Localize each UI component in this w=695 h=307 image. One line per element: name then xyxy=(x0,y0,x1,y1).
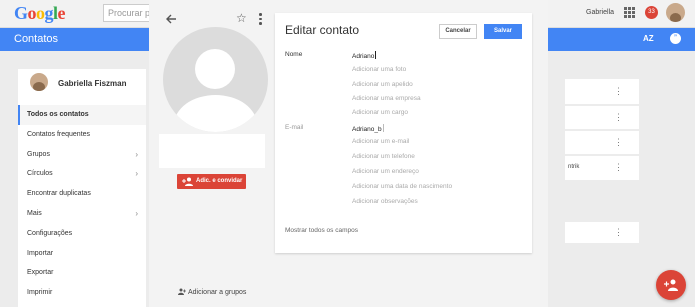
sidebar-item-label: Imprimir xyxy=(27,289,53,297)
save-button[interactable]: Salvar xyxy=(484,24,522,39)
notifications-badge[interactable]: 33 xyxy=(645,6,658,19)
back-arrow-icon[interactable] xyxy=(165,13,177,25)
photo-head xyxy=(195,49,235,89)
star-icon[interactable]: ☆ xyxy=(236,12,247,24)
text-cursor xyxy=(375,51,377,59)
sidebar-item-label: Contatos frequentes xyxy=(27,130,91,138)
sidebar-item[interactable]: Encontrar duplicatas xyxy=(18,184,146,204)
add-phone-link[interactable]: Adicionar um telefone xyxy=(352,153,415,160)
more-vert-icon[interactable] xyxy=(258,13,262,25)
more-vert-icon[interactable]: ⋮ xyxy=(614,138,623,147)
add-notes-link[interactable]: Adicionar observações xyxy=(352,198,418,205)
sidebar: Gabriella Fiszman Todos os contatos Conta… xyxy=(18,69,146,307)
add-to-groups-link[interactable]: Adicionar a grupos xyxy=(178,288,246,296)
contact-photo-placeholder[interactable] xyxy=(163,27,268,132)
sidebar-item[interactable]: Imprimir xyxy=(18,283,146,303)
more-vert-icon[interactable]: ⋮ xyxy=(614,163,623,172)
chevron-right-icon: › xyxy=(135,149,138,159)
google-logo[interactable]: Google xyxy=(14,3,66,24)
sidebar-item-label: Círculos xyxy=(27,170,53,178)
sidebar-item[interactable]: Mais › xyxy=(18,204,146,224)
sidebar-item-label: Exportar xyxy=(27,269,54,277)
account-name[interactable]: Gabriella xyxy=(586,9,614,16)
chevron-right-icon: › xyxy=(135,169,138,179)
edit-contact-title: Editar contato xyxy=(285,23,360,37)
edit-contact-panel xyxy=(275,13,532,253)
sidebar-item-label: Configurações xyxy=(27,229,73,237)
sidebar-item-label: Grupos xyxy=(27,150,50,158)
sidebar-item[interactable]: Configurações xyxy=(18,224,146,244)
account-avatar[interactable] xyxy=(666,3,685,22)
sidebar-user-name: Gabriella Fiszman xyxy=(58,79,127,88)
email-field[interactable]: Adriano_b xyxy=(352,124,384,133)
sidebar-item[interactable]: Importar xyxy=(18,244,146,264)
sidebar-avatar xyxy=(30,73,48,91)
sidebar-item[interactable]: Círculos › xyxy=(18,164,146,184)
add-nickname-link[interactable]: Adicionar um apelido xyxy=(352,81,413,88)
add-photo-link[interactable]: Adicionar uma foto xyxy=(352,66,406,73)
person-add-icon xyxy=(182,177,193,186)
email-label: E-mail xyxy=(285,124,304,131)
sidebar-item-label: Todos os contatos xyxy=(27,111,89,118)
sidebar-item[interactable]: Todos os contatos xyxy=(18,105,146,125)
add-contact-fab[interactable] xyxy=(656,270,686,300)
cancel-button[interactable]: Cancelar xyxy=(439,24,477,39)
sidebar-item[interactable]: Contatos frequentes xyxy=(18,125,146,145)
add-job-title-link[interactable]: Adicionar um cargo xyxy=(352,109,408,116)
group-add-icon xyxy=(178,288,186,295)
more-vert-icon[interactable]: ⋮ xyxy=(614,113,623,122)
contact-row[interactable]: ntrik ⋮ xyxy=(565,156,639,180)
add-birthday-link[interactable]: Adicionar uma data de nascimento xyxy=(352,183,452,190)
add-email-link[interactable]: Adicionar um e-mail xyxy=(352,138,409,145)
add-company-link[interactable]: Adicionar uma empresa xyxy=(352,95,421,102)
sidebar-item[interactable]: Exportar xyxy=(18,263,146,283)
contact-row-text: ntrik xyxy=(568,164,580,170)
contact-row[interactable]: ⋮ xyxy=(565,222,639,243)
contact-row[interactable]: ⋮ xyxy=(565,79,639,104)
contact-row[interactable]: ⋮ xyxy=(565,106,639,129)
add-and-invite-label: Adic. e convidar xyxy=(196,178,243,184)
chevron-right-icon: › xyxy=(135,208,138,218)
sidebar-nav: Todos os contatos Contatos frequentes Grup… xyxy=(18,105,146,303)
apps-grid-icon[interactable] xyxy=(624,7,635,18)
add-to-groups-label: Adicionar a grupos xyxy=(188,289,247,296)
sidebar-item[interactable]: Grupos › xyxy=(18,145,146,165)
hangouts-icon[interactable]: ” xyxy=(670,33,681,44)
person-add-icon xyxy=(664,279,678,291)
more-vert-icon[interactable]: ⋮ xyxy=(614,87,623,96)
contact-row[interactable]: ⋮ xyxy=(565,131,639,154)
name-value: Adriano xyxy=(352,53,375,60)
more-vert-icon[interactable]: ⋮ xyxy=(614,228,623,237)
add-address-link[interactable]: Adicionar um endereço xyxy=(352,168,419,175)
sidebar-item-label: Importar xyxy=(27,249,54,257)
contact-name-card xyxy=(159,134,265,168)
text-cursor xyxy=(382,124,384,132)
sidebar-item-label: Encontrar duplicatas xyxy=(27,190,91,198)
app-title[interactable]: Contatos xyxy=(14,33,58,45)
sort-az-icon[interactable]: AZ xyxy=(643,34,654,43)
name-field[interactable]: Adriano xyxy=(352,51,377,60)
add-and-invite-button[interactable]: Adic. e convidar xyxy=(177,174,246,189)
photo-body xyxy=(174,95,257,132)
sidebar-item-label: Mais xyxy=(27,209,42,217)
name-label: Nome xyxy=(285,51,303,58)
show-all-fields-link[interactable]: Mostrar todos os campos xyxy=(285,227,358,234)
email-value: Adriano_b xyxy=(352,126,382,133)
